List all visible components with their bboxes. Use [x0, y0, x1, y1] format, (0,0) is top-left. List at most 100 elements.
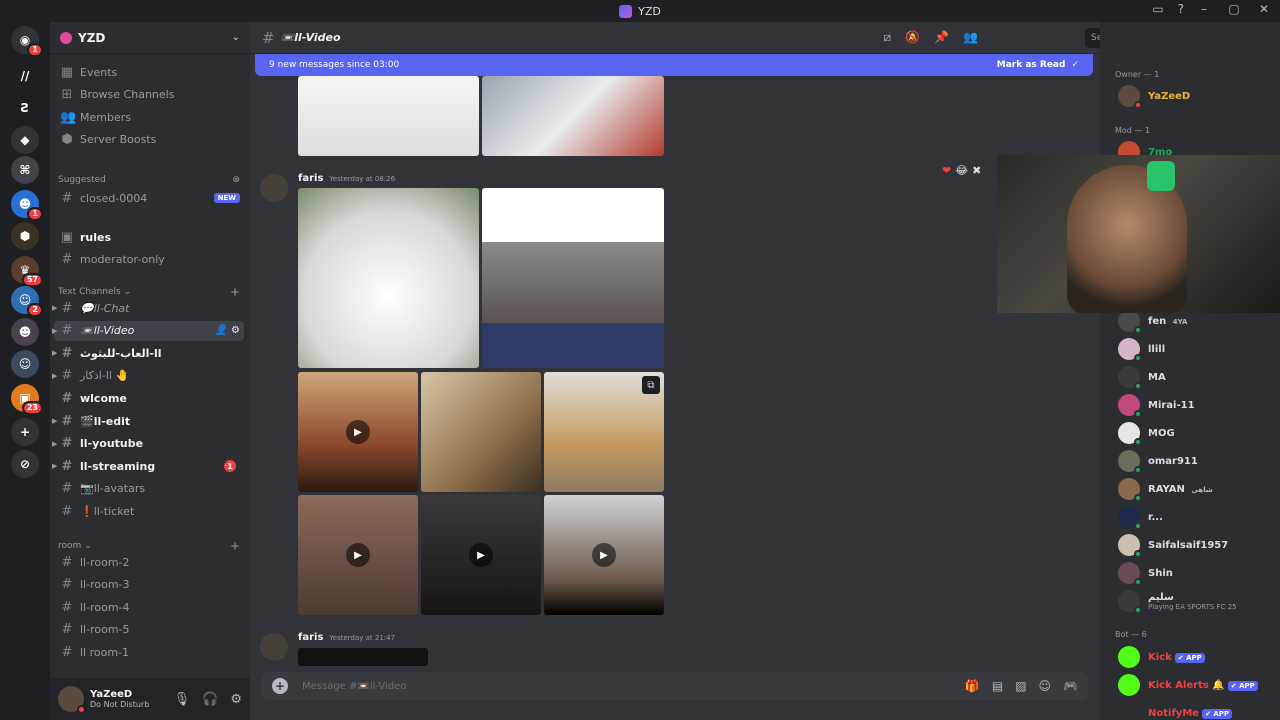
sidebar-nav-server-boosts[interactable]: ⬢ Server Boosts: [54, 130, 244, 150]
text-channel-6[interactable]: # ll-youtube ▶: [52, 434, 244, 454]
member-item[interactable]: Saifalsaif1957: [1118, 534, 1228, 558]
message-input[interactable]: Message #📼ll-Video: [302, 681, 406, 692]
video-attachment[interactable]: ▶: [421, 495, 541, 615]
channel-moderator-only[interactable]: # moderator-only: [54, 249, 244, 269]
server-icon-s10[interactable]: ☺: [11, 350, 39, 378]
threads-icon[interactable]: ⧄: [884, 30, 892, 45]
room-channel-2[interactable]: # ll-room-4: [54, 597, 244, 617]
sticker-icon[interactable]: ▨: [1015, 679, 1026, 693]
member-item[interactable]: Mirai-11: [1118, 394, 1195, 418]
channel-rules[interactable]: ▣ rules: [54, 227, 244, 247]
member-item[interactable]: RAYAN شاهي: [1118, 478, 1213, 502]
add-channel-icon[interactable]: +: [230, 539, 240, 553]
text-channel-5[interactable]: # 🎬ll-edit ▶: [52, 411, 244, 431]
expand-caret-icon[interactable]: ▶: [52, 417, 57, 425]
expand-caret-icon[interactable]: ▶: [52, 372, 57, 380]
gear-icon[interactable]: ⚙: [231, 325, 240, 336]
bot-member-item[interactable]: Kick ✔ APP: [1118, 646, 1205, 668]
member-item[interactable]: r...: [1118, 506, 1163, 530]
laugh-reaction-icon[interactable]: 😂: [955, 164, 968, 177]
sidebar-nav-events[interactable]: ▦ Events: [54, 62, 244, 82]
member-list-icon[interactable]: 👥: [963, 30, 978, 45]
text-channel-1[interactable]: # 📼ll-Video 👤 ⚙ ▶: [52, 320, 244, 341]
message-author[interactable]: faris: [298, 632, 323, 643]
server-icon-s3[interactable]: ◆: [11, 126, 39, 154]
invite-icon[interactable]: 👤: [215, 325, 227, 336]
gift-icon[interactable]: 🎁: [965, 679, 980, 693]
mute-bell-icon[interactable]: 🔕: [905, 30, 920, 45]
member-owner[interactable]: YaZeeD: [1118, 85, 1190, 109]
room-channel-1[interactable]: # ll-room-3: [54, 575, 244, 595]
expand-caret-icon[interactable]: ▶: [52, 462, 57, 470]
maximize-icon[interactable]: ▢: [1226, 2, 1242, 16]
sidebar-nav-members[interactable]: 👥 Members: [54, 107, 244, 127]
avatar[interactable]: [260, 174, 288, 202]
server-icon-s8[interactable]: ☺ 2: [11, 286, 43, 317]
member-item[interactable]: سليم Playing EA SPORTS FC 25: [1118, 590, 1237, 614]
text-channel-3[interactable]: # اذكار-ll 🤚 ▶: [52, 366, 244, 386]
gif-icon[interactable]: ▤: [992, 679, 1003, 693]
attachment-image[interactable]: [482, 188, 664, 368]
attachment-image[interactable]: [298, 648, 428, 666]
attachment-image[interactable]: [421, 372, 541, 492]
video-attachment[interactable]: ▶: [544, 495, 664, 615]
server-icon-home[interactable]: ◉ 1: [11, 26, 43, 57]
gear-icon[interactable]: ⚙: [230, 692, 242, 707]
microphone-icon[interactable]: 🎙: [174, 692, 191, 707]
server-icon-s9[interactable]: ☻: [11, 318, 39, 346]
message-author[interactable]: faris: [298, 173, 323, 184]
play-icon[interactable]: ▶: [346, 543, 370, 567]
server-icon-s6[interactable]: ⬢: [11, 222, 39, 250]
category-text-channels[interactable]: Text Channels ⌄ +: [58, 285, 240, 299]
avatar[interactable]: [260, 633, 288, 661]
attachment-image[interactable]: [298, 76, 479, 156]
member-item[interactable]: Shin: [1118, 562, 1173, 586]
play-icon[interactable]: ▶: [469, 543, 493, 567]
expand-caret-icon[interactable]: ▶: [52, 327, 57, 335]
video-attachment[interactable]: ▶: [298, 495, 418, 615]
minimize-icon[interactable]: –: [1196, 2, 1212, 16]
expand-caret-icon[interactable]: ▶: [52, 349, 57, 357]
category-room[interactable]: room ⌄ +: [58, 539, 240, 553]
text-channel-0[interactable]: # 💬ll-Chat ▶: [52, 298, 244, 318]
chevron-down-icon[interactable]: ⌄: [232, 32, 240, 43]
play-icon[interactable]: ▶: [592, 543, 616, 567]
server-header[interactable]: YZD ⌄: [50, 22, 250, 54]
server-icon-s1[interactable]: //: [11, 62, 39, 90]
heart-reaction-icon[interactable]: ❤: [942, 164, 951, 177]
add-channel-icon[interactable]: +: [230, 285, 240, 299]
text-channel-4[interactable]: # wlcome: [54, 388, 244, 408]
message-composer[interactable]: + Message #📼ll-Video 🎁 ▤ ▨ ☺ 🎮: [262, 672, 1088, 700]
member-item[interactable]: MA: [1118, 366, 1166, 390]
new-messages-banner[interactable]: 9 new messages since 03:00 Mark as Read ✓: [255, 54, 1093, 76]
mark-as-read-button[interactable]: Mark as Read ✓: [997, 60, 1079, 70]
server-icon-explore[interactable]: ⊘: [11, 450, 39, 478]
avatar[interactable]: [58, 686, 86, 714]
text-channel-2[interactable]: # العاب-للبثوث-ll ▶: [52, 343, 244, 363]
cross-reaction-icon[interactable]: ✖: [972, 164, 981, 177]
activities-icon[interactable]: 🎮: [1063, 679, 1078, 693]
bot-member-item[interactable]: NotifyMe ✔ APP: [1118, 702, 1233, 720]
text-channel-7[interactable]: # ll-streaming 1 ▶: [52, 456, 244, 476]
headphones-icon[interactable]: 🎧: [202, 692, 218, 707]
inbox-icon[interactable]: ▭: [1152, 2, 1163, 16]
close-icon[interactable]: ✕: [1256, 2, 1272, 16]
text-channel-8[interactable]: # 📷ll-avatars: [54, 479, 244, 499]
close-icon[interactable]: ⊗: [232, 175, 240, 185]
room-channel-4[interactable]: # ll room-1: [54, 642, 244, 662]
server-icon-s4[interactable]: ⌘: [11, 156, 39, 184]
sidebar-nav-browse-channels[interactable]: ⊞ Browse Channels: [54, 85, 244, 105]
expand-caret-icon[interactable]: ▶: [52, 440, 57, 448]
emoji-icon[interactable]: ☺: [1039, 679, 1052, 693]
video-attachment[interactable]: ▶: [298, 372, 418, 492]
add-attachment-icon[interactable]: +: [272, 678, 288, 694]
suggested-channel[interactable]: # closed-0004 NEW: [54, 188, 244, 208]
server-icon-add[interactable]: +: [11, 418, 39, 446]
server-icon-s2[interactable]: Ƨ: [11, 94, 39, 122]
attachment-image[interactable]: ⧉: [544, 372, 664, 492]
attachment-image[interactable]: [482, 76, 664, 156]
member-item[interactable]: omar911: [1118, 450, 1198, 474]
help-icon[interactable]: ?: [1178, 2, 1184, 16]
attachment-image[interactable]: [298, 188, 479, 368]
gallery-expand-icon[interactable]: ⧉: [642, 376, 660, 394]
